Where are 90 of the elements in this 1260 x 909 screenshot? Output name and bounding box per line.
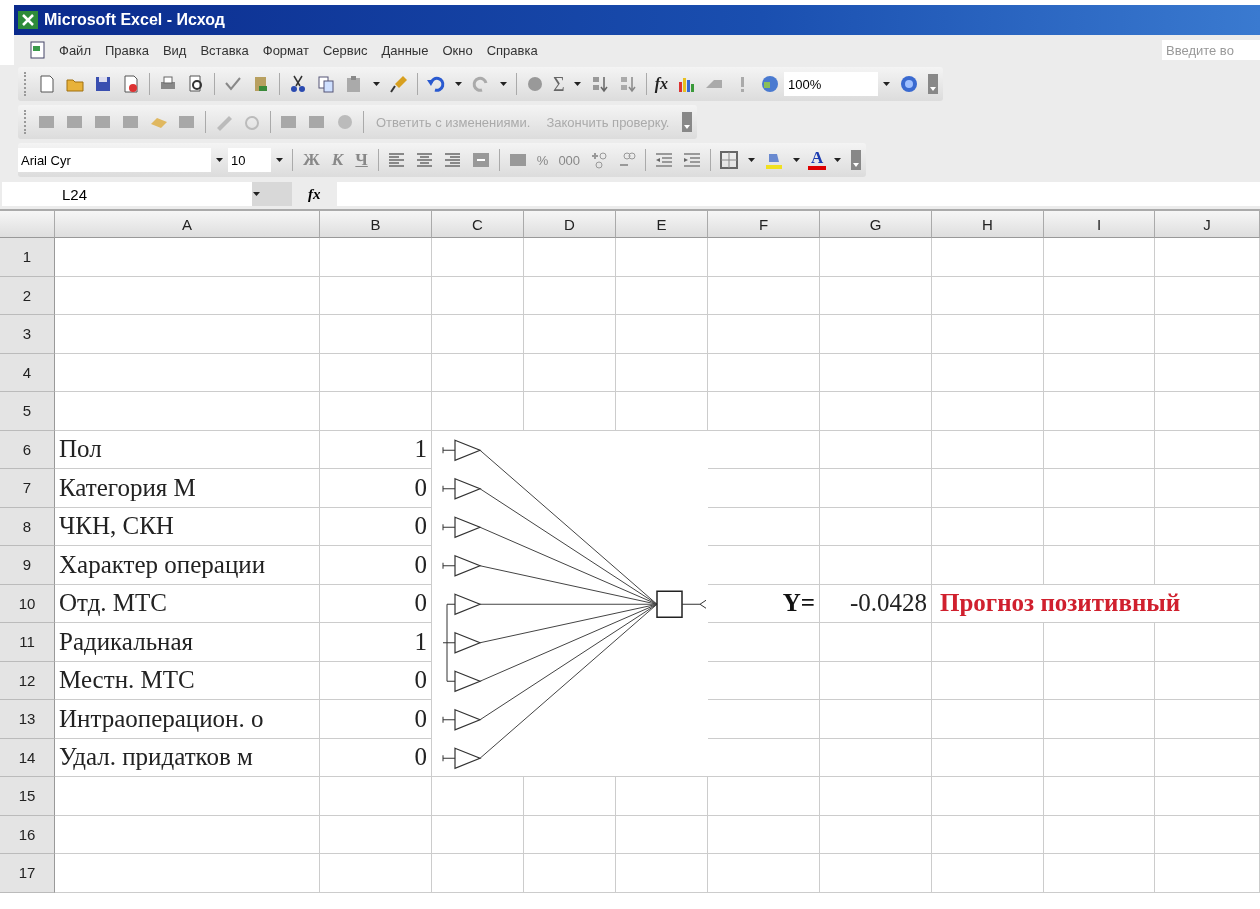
name-box[interactable]: L24 bbox=[2, 182, 292, 206]
menu-item[interactable]: Формат bbox=[255, 39, 316, 61]
merge-cells-icon[interactable] bbox=[470, 150, 491, 170]
cell-text: Пол bbox=[59, 435, 102, 464]
row-header[interactable]: 12 bbox=[0, 661, 55, 700]
cell-text: Удал. придатков м bbox=[59, 743, 253, 772]
row-header[interactable]: 15 bbox=[0, 777, 55, 816]
cell-text: 0 bbox=[414, 550, 427, 579]
align-center-icon[interactable] bbox=[414, 150, 435, 170]
row-header[interactable]: 3 bbox=[0, 315, 55, 354]
autosum-button[interactable]: Σ bbox=[549, 72, 569, 96]
cell-text: 0 bbox=[414, 743, 427, 772]
row-header[interactable]: 6 bbox=[0, 430, 55, 469]
cell-text: -0.0428 bbox=[849, 589, 927, 618]
increase-decimal-icon[interactable] bbox=[589, 150, 610, 170]
row-header[interactable]: 17 bbox=[0, 854, 55, 893]
row-header[interactable]: 13 bbox=[0, 700, 55, 739]
cell-text: 0 bbox=[414, 473, 427, 502]
cell-text: 0 bbox=[414, 704, 427, 733]
font-color-button[interactable]: A bbox=[805, 150, 830, 170]
menu-item[interactable]: Сервис bbox=[315, 39, 375, 61]
select-all-button[interactable] bbox=[0, 211, 55, 238]
menu-item[interactable]: Справка bbox=[479, 39, 545, 61]
window-title: Microsoft Excel - Исход bbox=[44, 11, 225, 29]
row-header[interactable]: 1 bbox=[0, 238, 55, 277]
cell-text: Прогноз позитивный bbox=[940, 589, 1181, 618]
cell-text: Интраоперацион. о bbox=[59, 704, 264, 733]
menu-item[interactable]: Окно bbox=[435, 39, 480, 61]
toolbar-options-icon[interactable] bbox=[681, 112, 694, 132]
row-header[interactable]: 14 bbox=[0, 738, 55, 777]
column-header[interactable]: A bbox=[55, 211, 320, 238]
column-header[interactable]: J bbox=[1155, 211, 1260, 238]
increase-indent-icon[interactable] bbox=[682, 150, 703, 170]
toolbar-options-icon[interactable] bbox=[926, 74, 939, 94]
cell-text: Местн. МТС bbox=[59, 666, 195, 695]
font-name-field[interactable]: Arial Cyr bbox=[18, 148, 211, 172]
row-header[interactable]: 16 bbox=[0, 815, 55, 854]
font-size-field[interactable]: 10 bbox=[228, 148, 271, 172]
row-header[interactable]: 8 bbox=[0, 507, 55, 546]
undo-icon[interactable] bbox=[426, 74, 446, 94]
cell-text: 1 bbox=[414, 435, 427, 464]
column-header[interactable]: I bbox=[1044, 211, 1155, 238]
insert-function-button[interactable]: fx bbox=[292, 185, 337, 203]
menu-item[interactable]: Правка bbox=[97, 39, 156, 61]
row-header[interactable]: 7 bbox=[0, 469, 55, 508]
cut-icon[interactable] bbox=[288, 74, 308, 94]
zoom-field[interactable]: 100% bbox=[783, 72, 878, 96]
column-header[interactable]: B bbox=[320, 211, 432, 238]
cell-text: Характер операции bbox=[59, 550, 266, 579]
cell-text: ЧКН, СКН bbox=[59, 512, 174, 541]
menu-item[interactable]: Файл bbox=[52, 39, 98, 61]
row-header[interactable]: 10 bbox=[0, 584, 55, 623]
row-header[interactable]: 9 bbox=[0, 546, 55, 585]
column-header[interactable]: E bbox=[616, 211, 708, 238]
cell-text: Категория М bbox=[59, 473, 196, 502]
column-header[interactable]: D bbox=[524, 211, 616, 238]
cell-text: 0 bbox=[414, 512, 427, 541]
column-header[interactable]: G bbox=[820, 211, 932, 238]
insert-function-button[interactable]: fx bbox=[650, 75, 672, 93]
cell-text: 0 bbox=[414, 589, 427, 618]
column-header[interactable]: C bbox=[432, 211, 524, 238]
cell-text: Y= bbox=[782, 589, 815, 618]
row-header[interactable]: 11 bbox=[0, 623, 55, 662]
column-header[interactable]: H bbox=[932, 211, 1044, 238]
menu-item[interactable]: Данные bbox=[374, 39, 436, 61]
align-left-icon[interactable] bbox=[386, 150, 407, 170]
save-icon[interactable] bbox=[93, 74, 113, 94]
row-header[interactable]: 4 bbox=[0, 353, 55, 392]
borders-icon[interactable] bbox=[719, 150, 740, 170]
menu-item[interactable]: Вид bbox=[155, 39, 194, 61]
toolbar-options-icon[interactable] bbox=[850, 150, 863, 170]
row-header[interactable]: 2 bbox=[0, 276, 55, 315]
decrease-indent-icon[interactable] bbox=[654, 150, 675, 170]
new-document-icon[interactable] bbox=[37, 74, 57, 94]
copy-icon[interactable] bbox=[316, 74, 336, 94]
menu-item[interactable]: Вставка bbox=[193, 39, 256, 61]
format-painter-icon[interactable] bbox=[389, 74, 409, 94]
spreadsheet-icon bbox=[18, 11, 38, 29]
cell-text: Радикальная bbox=[59, 627, 194, 656]
globe-icon[interactable] bbox=[759, 74, 780, 94]
cell-text: 1 bbox=[414, 627, 427, 656]
help-search-field[interactable]: Введите во bbox=[1162, 40, 1260, 60]
column-header[interactable]: F bbox=[708, 211, 820, 238]
document-icon[interactable] bbox=[28, 40, 48, 60]
cell-text: 0 bbox=[414, 666, 427, 695]
row-header[interactable]: 5 bbox=[0, 392, 55, 431]
help-icon[interactable] bbox=[898, 74, 919, 94]
align-right-icon[interactable] bbox=[442, 150, 463, 170]
permission-icon[interactable] bbox=[121, 74, 141, 94]
cell-text: Отд. МТС bbox=[59, 589, 168, 618]
